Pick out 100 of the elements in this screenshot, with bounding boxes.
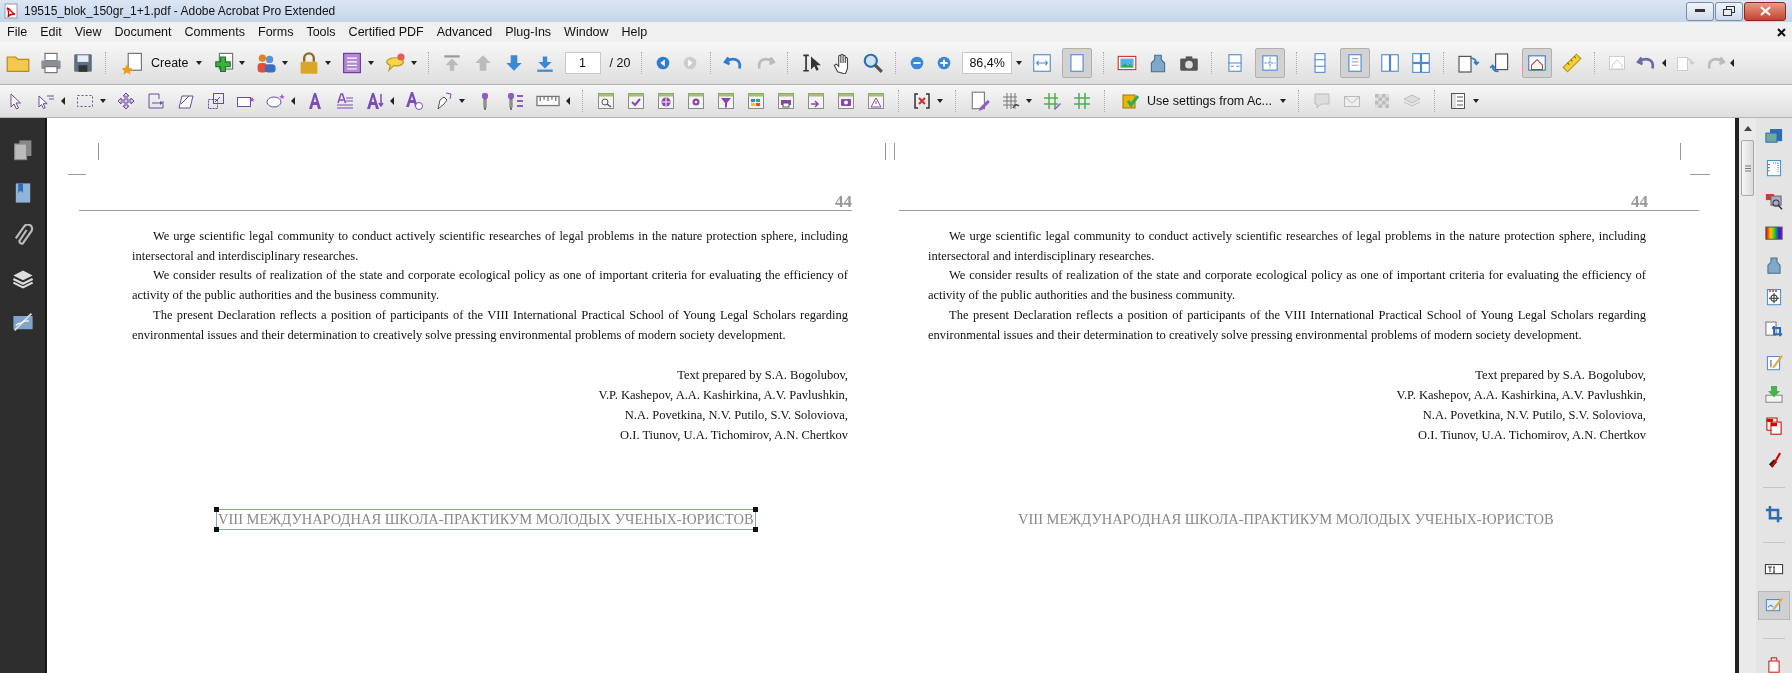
paragraph: The present Declaration reflects a position of participants of the VIII International Practical School of Young Legal Scholars regarding environmental issues and their determination to creatively solve pressing environmental problems of modern society development. xyxy=(928,306,1646,344)
menu-item[interactable]: Certified PDF xyxy=(347,24,430,40)
menu-item[interactable]: Window xyxy=(563,24,615,40)
pen-nib-icon[interactable] xyxy=(434,91,454,111)
create-button[interactable]: Create xyxy=(118,49,192,77)
text-cursor-icon[interactable] xyxy=(800,52,823,74)
page-camera-icon[interactable] xyxy=(836,91,856,111)
paragraph: We consider results of realization of the state and corporate ecological policy as one of important criteria for evaluating the efficiency of activity of the public authorities and the business community. xyxy=(928,267,1646,305)
page-house-icon[interactable] xyxy=(1521,48,1552,78)
printer-icon[interactable] xyxy=(39,51,63,75)
checkmark-icon xyxy=(1121,91,1141,111)
signature-line: N.A. Povetkina, N.V. Putilo, S.V. Soloviova, xyxy=(624,407,848,425)
caret-icon[interactable] xyxy=(195,61,202,65)
page-warning-icon[interactable] xyxy=(866,91,886,111)
selection-handle[interactable] xyxy=(752,507,758,513)
menu-item[interactable]: Tools xyxy=(305,24,342,40)
menu-item[interactable]: Comments xyxy=(183,24,251,40)
page-number-field[interactable]: 1 xyxy=(564,52,601,74)
signature-line: O.I. Tiunov, U.A. Tichomirov, A.N. Chertkov xyxy=(1418,427,1646,445)
caret-icon[interactable] xyxy=(281,61,288,65)
signature-line: Text prepared by S.A. Bogolubov, xyxy=(1475,367,1646,385)
expand-arrow-icon[interactable] xyxy=(390,97,394,105)
close-icon[interactable] xyxy=(1777,27,1786,37)
caret-icon[interactable] xyxy=(1473,99,1480,103)
paragraph: We consider results of realization of the state and corporate ecological policy as one of important criteria for evaluating the efficiency of activity of the public authorities and the business community. xyxy=(132,267,848,305)
menu-item[interactable]: Advanced xyxy=(435,24,499,40)
running-footer: VIII МЕЖДУНАРОДНАЯ ШКОЛА-ПРАКТИКУМ МОЛОДЫХ УЧЕНЫХ-ЮРИСТОВ xyxy=(1016,509,1556,531)
selection-handle[interactable] xyxy=(752,527,758,533)
letter-a-down-icon[interactable] xyxy=(365,91,385,111)
letter-a-circle-icon[interactable] xyxy=(404,91,424,111)
page-globe-icon[interactable] xyxy=(656,91,676,111)
page-shift-icon[interactable] xyxy=(146,91,166,111)
caret-icon[interactable] xyxy=(459,99,465,103)
search-icon[interactable] xyxy=(862,52,885,74)
page-number: 44 xyxy=(835,194,852,210)
menu-item[interactable]: Help xyxy=(620,24,654,40)
four-page-icon[interactable] xyxy=(1409,52,1432,74)
caret-icon[interactable] xyxy=(410,61,417,65)
expand-arrow-icon[interactable] xyxy=(61,97,65,105)
caret-icon[interactable] xyxy=(1026,99,1032,103)
paragraph: We urge scientific legal community to conduct actively scientific researches of legal problems in the nature protection sphere, including intersectoral and interdisciplinary researches. xyxy=(928,228,1646,265)
menu-item[interactable]: Forms xyxy=(257,24,300,40)
expand-arrow-icon[interactable] xyxy=(291,97,295,105)
page-check-icon[interactable] xyxy=(626,91,646,111)
selection-handle[interactable] xyxy=(214,507,219,513)
caret-icon[interactable] xyxy=(367,61,374,65)
pencil-page-icon[interactable] xyxy=(1758,591,1790,620)
caret-icon[interactable] xyxy=(238,61,245,65)
scrollbar[interactable] xyxy=(1735,118,1756,673)
scroll-up-icon[interactable] xyxy=(1743,126,1752,131)
paragraph: The present Declaration reflects a position of participants of the VIII International Practical School of Young Legal Scholars regarding environmental issues and their determination to creatively solve pressing environmental problems of modern society development. xyxy=(132,306,848,344)
download-tray-icon[interactable] xyxy=(1762,384,1786,405)
close-button[interactable] xyxy=(1744,1,1786,21)
document-star-icon[interactable] xyxy=(121,51,145,75)
page-printer-icon[interactable] xyxy=(776,91,796,111)
page-color-blocks-icon[interactable] xyxy=(746,91,766,111)
grid-pen-icon[interactable] xyxy=(1001,91,1021,111)
bracket-x-icon[interactable] xyxy=(912,91,932,111)
two-page-icon[interactable] xyxy=(1378,52,1401,74)
single-page-icon[interactable] xyxy=(1339,48,1370,78)
dropper-list-icon[interactable] xyxy=(505,91,525,111)
expand-arrow-icon[interactable] xyxy=(566,97,570,105)
move-page-icon[interactable] xyxy=(1254,48,1285,78)
signature-line: V.P. Kashepov, A.A. Kashirkina, A.V. Pavlushkin, xyxy=(1396,387,1646,405)
move-arrows-icon[interactable] xyxy=(116,91,136,111)
fit-width-icon[interactable] xyxy=(1030,52,1053,74)
resize-icon[interactable] xyxy=(206,91,226,111)
pdf-file-icon xyxy=(4,3,18,19)
page-count: / 20 xyxy=(609,56,631,70)
menu-item[interactable]: Plug-Ins xyxy=(504,24,558,40)
caret-icon[interactable] xyxy=(1280,99,1287,103)
text-lines-icon[interactable] xyxy=(335,91,355,111)
caret-icon[interactable] xyxy=(1015,61,1022,65)
page-pen-icon[interactable] xyxy=(969,90,991,112)
page-export-icon[interactable] xyxy=(806,91,826,111)
menu-item[interactable]: View xyxy=(73,24,108,40)
selection-handle[interactable] xyxy=(214,527,219,533)
preflight-profile-dropdown[interactable]: Use settings from Ac... xyxy=(1118,89,1276,113)
signature-line: N.A. Povetkina, N.V. Putilo, S.V. Soloviova, xyxy=(1422,407,1646,425)
zoom-field[interactable]: 86,4% xyxy=(962,52,1012,74)
menu-item[interactable]: Document xyxy=(113,24,178,40)
caret-icon[interactable] xyxy=(937,99,943,103)
expand-arrow-icon[interactable] xyxy=(1729,59,1734,67)
menu-item[interactable]: Edit xyxy=(39,24,68,40)
page-magnifier-icon[interactable] xyxy=(596,91,616,111)
menu-item[interactable]: File xyxy=(6,24,34,40)
close-icon xyxy=(1759,6,1771,16)
signature-line: O.I. Tiunov, U.A. Tichomirov, A.N. Chertkov xyxy=(620,427,848,445)
restore-button[interactable] xyxy=(1715,1,1743,21)
signature-line: Text prepared by S.A. Bogolubov, xyxy=(677,367,848,385)
page-gear-icon[interactable] xyxy=(686,91,706,111)
paragraph: We urge scientific legal community to conduct actively scientific researches of legal problems in the nature protection sphere, including intersectoral and interdisciplinary researches. xyxy=(132,228,848,265)
page-funnel-icon[interactable] xyxy=(716,91,736,111)
caret-icon[interactable] xyxy=(100,99,106,103)
expand-arrow-icon[interactable] xyxy=(1661,59,1666,67)
minimize-button[interactable] xyxy=(1686,1,1714,21)
fit-page-icon[interactable] xyxy=(1061,48,1092,78)
signature-line: V.P. Kashepov, A.A. Kashirkina, A.V. Pavlushkin, xyxy=(598,387,848,405)
scrollbar-thumb[interactable] xyxy=(1741,140,1754,196)
caret-icon[interactable] xyxy=(324,61,331,65)
